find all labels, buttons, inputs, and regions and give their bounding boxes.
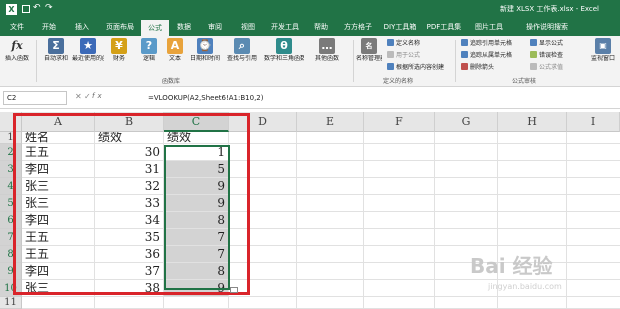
name-manager-button[interactable]: 名 名称管理器 [356,38,382,63]
function-category-icon: ⌚ [197,38,213,54]
define-name-icon [387,39,394,46]
tab-11[interactable]: 方方格子 [337,19,379,36]
quick-analysis-icon[interactable] [230,287,238,293]
insert-function-button[interactable]: fx 插入函数 [4,38,30,63]
group-separator [353,40,354,82]
remove-arrows-icon [461,63,468,70]
tab-3[interactable]: 插入 [66,19,98,36]
watermark-url: jingyan.baidu.com [488,282,562,291]
function-library-label: 函数库 [162,78,181,85]
function-category-icon: … [319,38,335,54]
function-category-icon: ⌕ [234,38,250,54]
trace-dependents-icon [461,51,468,58]
function-category-icon: Σ [48,38,64,54]
highlight-rectangle [13,113,250,295]
defined-names-label: 定义的名称 [383,78,414,85]
row-header-11[interactable]: 11 [0,297,22,309]
name-manager-icon: 名 [361,38,377,54]
grid-line [296,132,297,309]
function-button-3[interactable]: ¥ 财务 [104,38,134,63]
grid-line [363,132,364,309]
group-separator [36,40,37,82]
tab-1[interactable]: 文件 [2,19,32,36]
function-button-4[interactable]: ? 逻辑 [136,38,162,63]
tab-14[interactable]: 图片工具 [468,19,510,36]
function-button-1[interactable]: Σ 自动求和 [40,38,72,63]
function-category-icon: A [167,38,183,54]
trace-precedents-icon [461,39,468,46]
tab-4[interactable]: 页面布局 [100,19,140,36]
tab-15[interactable]: 操作说明搜索 [512,19,582,36]
grid-line [434,132,435,309]
fx-label[interactable]: fx [92,92,105,100]
redo-icon[interactable]: ↷ [45,3,53,13]
function-button-9[interactable]: … 其他函数 [304,38,350,63]
group-separator [455,40,456,82]
cancel-icon[interactable]: ✕ [75,92,82,101]
error-checking-item[interactable]: 错误检查 [530,51,563,60]
function-category-icon: ? [141,38,157,54]
column-header-f[interactable]: F [364,112,435,132]
show-formulas-icon [530,39,537,46]
tab-6[interactable]: 数据 [170,19,198,36]
use-in-formula-icon [387,51,394,58]
function-category-icon: θ [276,38,292,54]
formula-bar: C2 ✕ ✓ fx =VLOOKUP(A2,Sheet6!A1:B10,2) [0,87,620,109]
evaluate-formula-icon [530,63,537,70]
tab-9[interactable]: 开发工具 [266,19,304,36]
use-in-formula-item[interactable]: 用于公式 [387,51,420,60]
define-name-item[interactable]: 定义名称 [387,39,420,48]
function-category-icon: ¥ [111,38,127,54]
ribbon-panel: fx 插入函数 Σ自动求和★最近使用的函数¥财务?逻辑A文本⌚日期和时间⌕查找与… [0,36,620,87]
column-header-h[interactable]: H [498,112,567,132]
undo-icon[interactable]: ↶ [33,3,41,13]
create-from-selection-icon [387,63,394,70]
watermark-logo: Bai 经验 [470,254,553,278]
tab-8[interactable]: 视图 [231,19,265,36]
formula-input[interactable]: =VLOOKUP(A2,Sheet6!A1:B10,2) [148,91,264,105]
tab-5[interactable]: 公式 [141,20,169,36]
evaluate-formula-item[interactable]: 公式求值 [530,63,563,72]
trace-precedents-item[interactable]: 追踪引用单元格 [461,39,512,48]
watch-window-icon: ▣ [595,38,611,54]
window-title: 新建 XLSX 工作表.xlsx - Excel [500,5,600,13]
formula-auditing-label: 公式审核 [512,78,537,85]
trace-dependents-item[interactable]: 追踪从属单元格 [461,51,512,60]
remove-arrows-item[interactable]: 删除箭头 [461,63,494,72]
show-formulas-item[interactable]: 显示公式 [530,39,563,48]
function-button-5[interactable]: A 文本 [162,38,188,63]
column-header-i[interactable]: I [567,112,620,132]
excel-logo-icon: X [6,4,17,15]
watch-window-button[interactable]: ▣ 监视窗口 [588,38,618,63]
function-button-2[interactable]: ★最近使用的函数 [72,38,104,63]
tab-10[interactable]: 帮助 [306,19,336,36]
title-bar: X ↶ ↷ 新建 XLSX 工作表.xlsx - Excel [0,0,620,19]
function-button-6[interactable]: ⌚ 日期和时间 [190,38,220,63]
name-box[interactable]: C2 [3,91,67,105]
tab-2[interactable]: 开始 [34,19,64,36]
tab-13[interactable]: PDF工具集 [421,19,467,36]
fx-icon: fx [11,39,23,52]
error-checking-icon [530,51,537,58]
save-icon[interactable] [22,5,30,13]
excel-window: X ↶ ↷ 新建 XLSX 工作表.xlsx - Excel 文件 开始 插入 页面布… [0,0,620,309]
function-button-8[interactable]: θ 数学和三角函数 [264,38,304,63]
function-category-icon: ★ [80,38,96,54]
tab-12[interactable]: DIY工具箱 [380,19,420,36]
tab-7[interactable]: 审阅 [200,19,230,36]
ribbon-tabs: 文件 开始 插入 页面布局 公式 数据 审阅 视图 开发工具 帮助 方方格子 DIY工具箱 PDF工具集… [0,19,620,36]
enter-icon[interactable]: ✓ [84,92,91,101]
column-header-g[interactable]: G [435,112,498,132]
column-header-e[interactable]: E [297,112,364,132]
create-from-selection-item[interactable]: 根据所选内容创建 [387,63,444,72]
function-button-7[interactable]: ⌕ 查找与引用 [220,38,264,63]
